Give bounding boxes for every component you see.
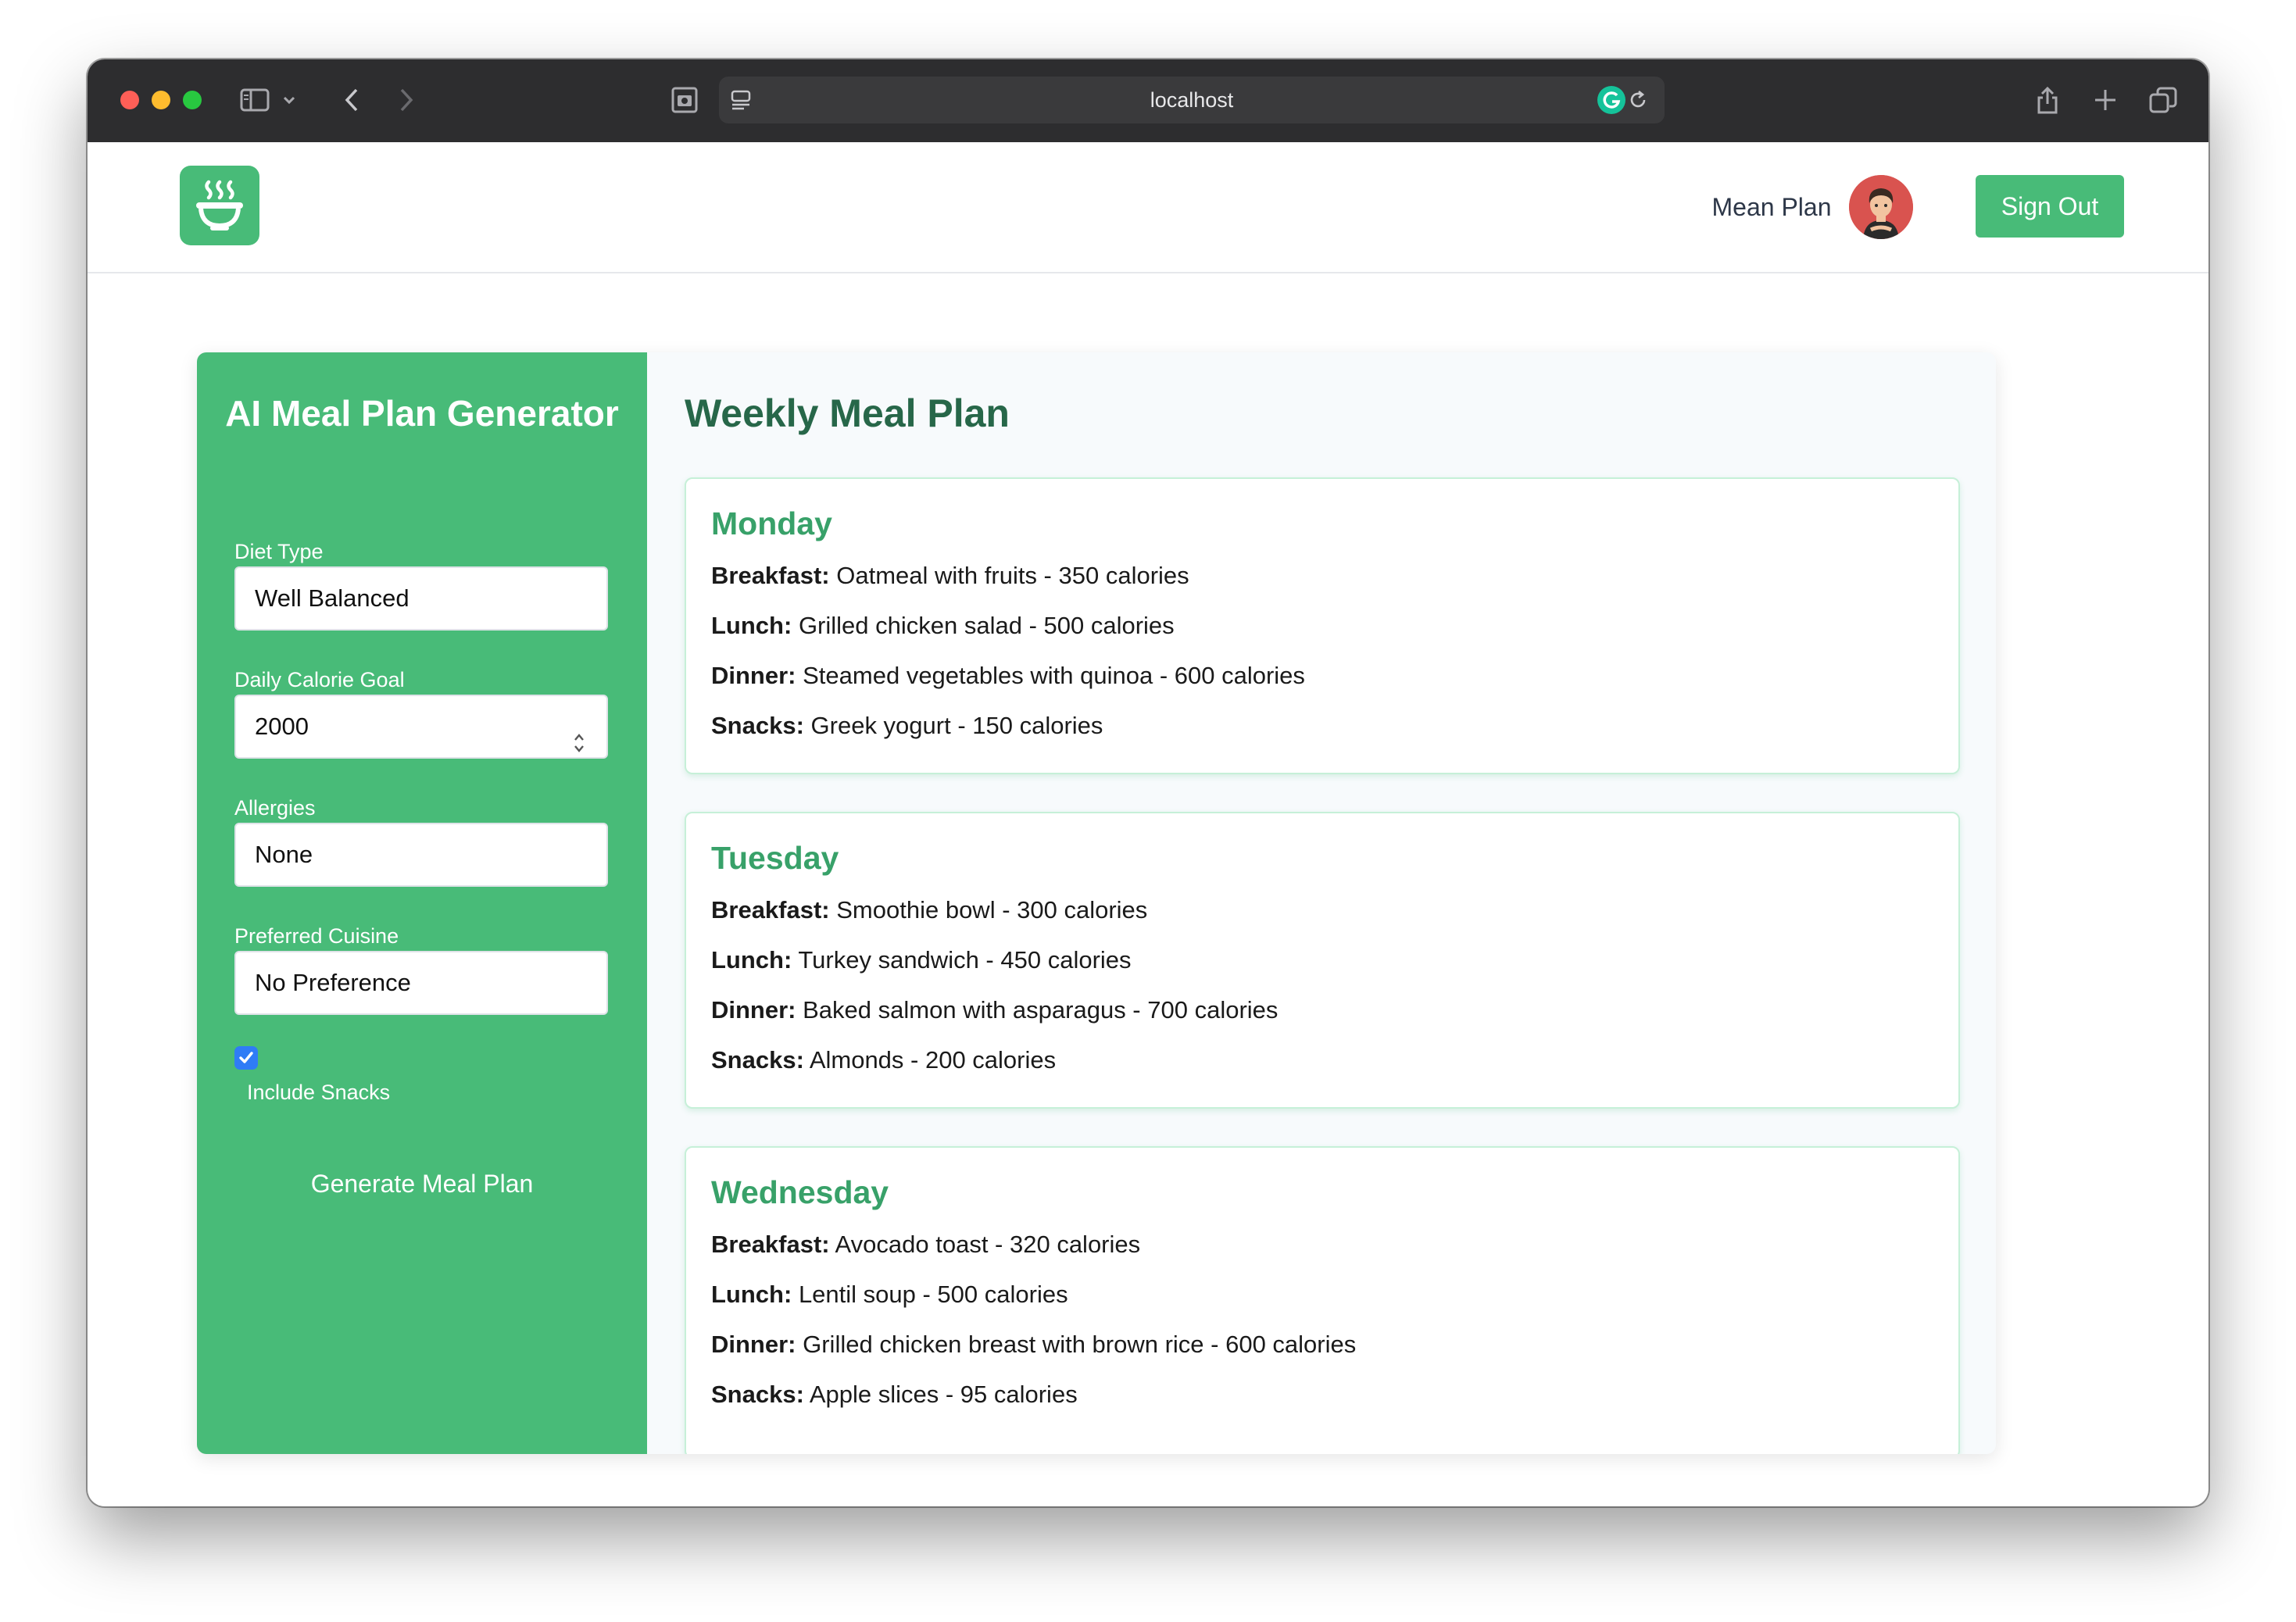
back-icon[interactable]: [334, 83, 369, 117]
meal-label: Breakfast:: [711, 1231, 830, 1258]
day-card-monday: Monday Breakfast: Oatmeal with fruits - …: [685, 477, 1960, 774]
meal-label: Snacks:: [711, 712, 804, 739]
meal-label: Lunch:: [711, 1281, 792, 1308]
day-card-tuesday: Tuesday Breakfast: Smoothie bowl - 300 c…: [685, 812, 1960, 1109]
meal-label: Lunch:: [711, 946, 792, 974]
meal-text: Apple slices - 95 calories: [809, 1381, 1078, 1408]
nav-meal-plan-link[interactable]: Mean Plan: [1682, 142, 1861, 272]
meal-text: Turkey sandwich - 450 calories: [798, 946, 1132, 974]
meal-text: Smoothie bowl - 300 calories: [836, 896, 1148, 924]
meal-text: Grilled chicken breast with brown rice -…: [803, 1331, 1357, 1358]
meal-snacks: Snacks: Greek yogurt - 150 calories: [711, 712, 1103, 740]
day-card-wednesday: Wednesday Breakfast: Avocado toast - 320…: [685, 1146, 1960, 1454]
meal-text: Baked salmon with asparagus - 700 calori…: [803, 996, 1279, 1024]
url-text[interactable]: localhost: [719, 77, 1665, 123]
allergies-label: Allergies: [234, 796, 316, 820]
include-snacks-checkbox[interactable]: [234, 1046, 258, 1070]
meal-breakfast: Breakfast: Oatmeal with fruits - 350 cal…: [711, 562, 1189, 590]
screenshot-icon[interactable]: [667, 83, 702, 117]
meal-label: Breakfast:: [711, 896, 830, 924]
new-tab-icon[interactable]: [2088, 83, 2123, 117]
chevron-down-icon[interactable]: [280, 83, 299, 117]
day-name: Wednesday: [711, 1174, 889, 1210]
meal-lunch: Lunch: Lentil soup - 500 calories: [711, 1281, 1068, 1309]
tabs-overview-icon[interactable]: [2146, 83, 2180, 117]
meal-text: Almonds - 200 calories: [809, 1046, 1057, 1074]
number-stepper-icon[interactable]: [572, 716, 586, 777]
meal-dinner: Dinner: Baked salmon with asparagus - 70…: [711, 996, 1278, 1024]
meal-label: Snacks:: [711, 1046, 804, 1074]
diet-type-field[interactable]: Well Balanced: [234, 566, 608, 631]
zoom-light[interactable]: [183, 91, 202, 109]
calorie-goal-label: Daily Calorie Goal: [234, 668, 405, 691]
meal-lunch: Lunch: Grilled chicken salad - 500 calor…: [711, 612, 1175, 640]
meal-plan-card: AI Meal Plan Generator Diet Type Well Ba…: [197, 352, 1996, 1454]
meal-breakfast: Breakfast: Smoothie bowl - 300 calories: [711, 896, 1147, 924]
day-name: Monday: [711, 506, 832, 541]
meal-text: Lentil soup - 500 calories: [798, 1281, 1068, 1308]
calorie-goal-input[interactable]: 2000: [234, 695, 608, 759]
meal-snacks: Snacks: Apple slices - 95 calories: [711, 1381, 1078, 1409]
share-icon[interactable]: [2030, 83, 2065, 117]
weekly-plan-panel: Weekly Meal Plan Monday Breakfast: Oatme…: [647, 352, 1996, 1454]
meal-dinner: Dinner: Steamed vegetables with quinoa -…: [711, 662, 1305, 690]
meal-label: Snacks:: [711, 1381, 804, 1408]
app-header: Mean Plan Sign Out: [88, 142, 2208, 273]
meal-text: Avocado toast - 320 calories: [835, 1231, 1141, 1258]
meal-label: Dinner:: [711, 662, 796, 689]
steaming-bowl-logo-icon[interactable]: [180, 166, 259, 245]
diet-type-label: Diet Type: [234, 540, 324, 563]
sign-out-button[interactable]: Sign Out: [1976, 175, 2124, 238]
meal-label: Lunch:: [711, 612, 792, 639]
meal-label: Dinner:: [711, 996, 796, 1024]
calorie-goal-value: 2000: [255, 713, 309, 740]
meal-snacks: Snacks: Almonds - 200 calories: [711, 1046, 1056, 1074]
plan-title: Weekly Meal Plan: [685, 391, 1010, 435]
meal-breakfast: Breakfast: Avocado toast - 320 calories: [711, 1231, 1140, 1259]
day-name: Tuesday: [711, 840, 839, 876]
form-title: AI Meal Plan Generator: [225, 393, 619, 434]
cuisine-field[interactable]: No Preference: [234, 951, 608, 1015]
generate-meal-plan-button[interactable]: Generate Meal Plan: [197, 1170, 647, 1199]
meal-text: Greek yogurt - 150 calories: [810, 712, 1103, 739]
meal-lunch: Lunch: Turkey sandwich - 450 calories: [711, 946, 1132, 974]
meal-text: Steamed vegetables with quinoa - 600 cal…: [803, 662, 1305, 689]
meal-text: Oatmeal with fruits - 350 calories: [836, 562, 1189, 589]
close-light[interactable]: [120, 91, 139, 109]
meal-label: Breakfast:: [711, 562, 830, 589]
cuisine-label: Preferred Cuisine: [234, 924, 399, 948]
meal-dinner: Dinner: Grilled chicken breast with brow…: [711, 1331, 1356, 1359]
user-avatar[interactable]: [1849, 175, 1913, 239]
generator-form-panel: AI Meal Plan Generator Diet Type Well Ba…: [197, 352, 647, 1454]
minimize-light[interactable]: [152, 91, 170, 109]
browser-toolbar: localhost: [88, 59, 2208, 144]
browser-window: localhost Mean Plan Sign Out AI Meal Pla…: [88, 59, 2208, 1506]
grammarly-icon[interactable]: [1594, 83, 1629, 117]
include-snacks-label[interactable]: Include Snacks: [247, 1081, 390, 1105]
meal-label: Dinner:: [711, 1331, 796, 1358]
address-bar[interactable]: localhost: [719, 77, 1665, 123]
meal-text: Grilled chicken salad - 500 calories: [798, 612, 1175, 639]
sidebar-icon[interactable]: [238, 83, 272, 117]
forward-icon[interactable]: [389, 83, 424, 117]
allergies-input[interactable]: None: [234, 823, 608, 887]
